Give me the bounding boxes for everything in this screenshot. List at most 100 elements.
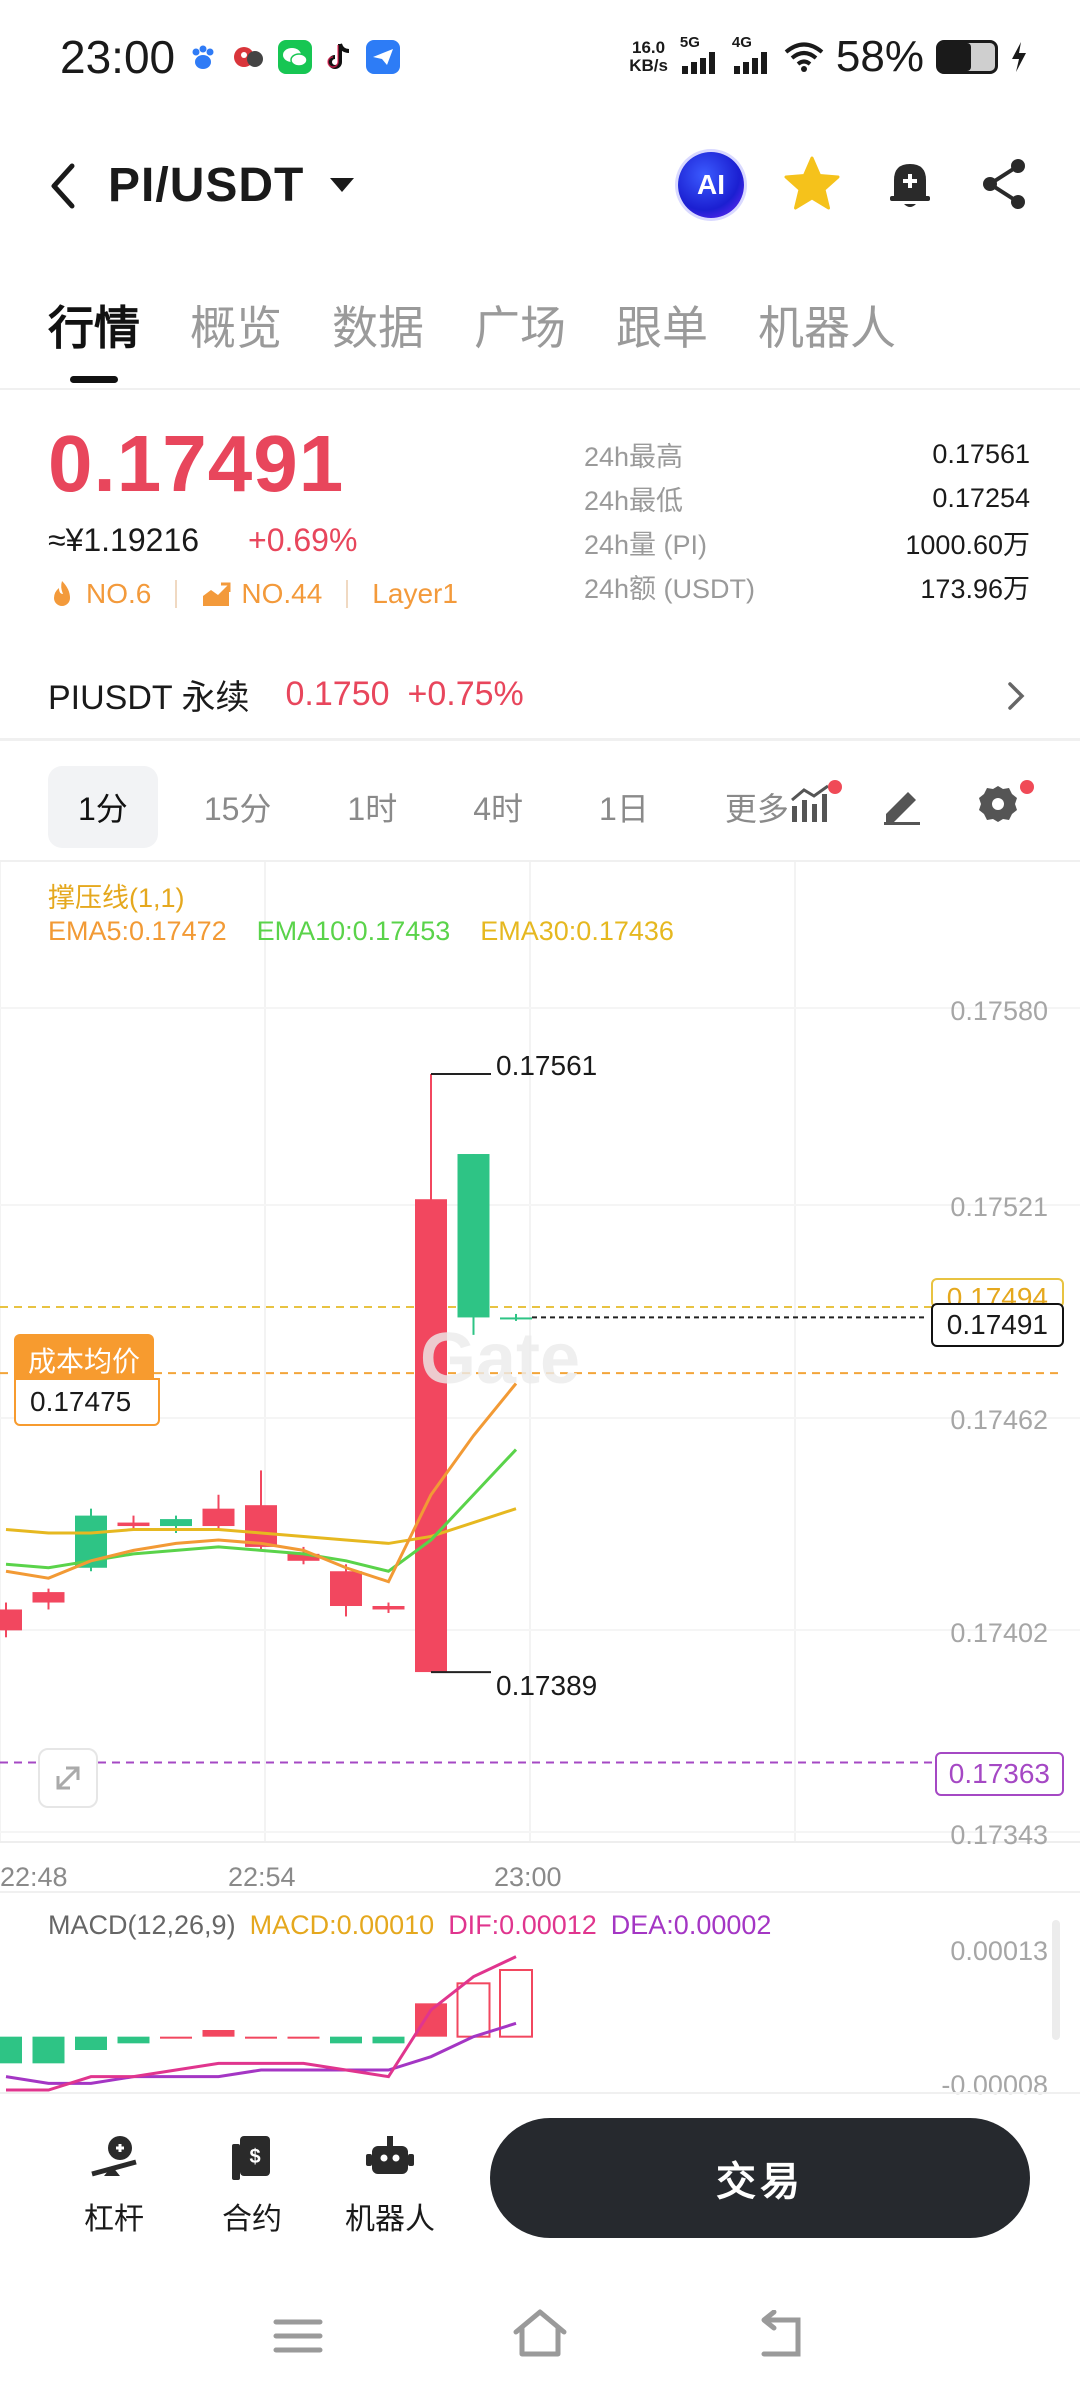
price-change: +0.69% — [248, 522, 358, 558]
tab-data[interactable]: 数据 — [332, 292, 424, 358]
perpetual-change: +0.75% — [407, 675, 524, 713]
ema-legend: EMA5:0.17472 EMA10:0.17453 EMA30:0.17436 — [48, 916, 674, 947]
y-tick: 0.17521 — [950, 1192, 1048, 1222]
tab-copy-trading[interactable]: 跟单 — [616, 292, 708, 358]
timeframe-1m[interactable]: 1分 — [48, 766, 158, 848]
draw-pencil-icon[interactable] — [880, 782, 926, 826]
timeframe-1h[interactable]: 1时 — [317, 766, 427, 848]
high-label: 0.17561 — [496, 1050, 598, 1081]
robot-icon — [366, 2136, 414, 2174]
pair-title[interactable]: PI/USDT — [108, 158, 304, 213]
macd-bar — [287, 2036, 320, 2039]
y-tick: 0.17580 — [950, 996, 1048, 1026]
timeframe-1d[interactable]: 1日 — [569, 766, 679, 848]
x-tick: 23:00 — [494, 1862, 562, 1892]
tab-bot[interactable]: 机器人 — [758, 292, 896, 358]
macd-bar — [330, 2036, 362, 2044]
candle-body — [32, 1592, 65, 1603]
candle-body — [415, 1199, 447, 1673]
battery-percent: 58% — [835, 32, 924, 81]
macd-bar — [0, 2036, 22, 2064]
macd-bar — [117, 2036, 150, 2044]
x-tick: 22:54 — [228, 1862, 296, 1892]
gear-icon — [979, 786, 1017, 822]
chart-settings-button[interactable] — [974, 774, 1034, 830]
macd-bar — [372, 2036, 405, 2044]
dea-value: DEA:0.00002 — [610, 1910, 772, 1940]
back-nav-icon[interactable] — [752, 2310, 808, 2362]
y-tick: 0.17462 — [950, 1405, 1048, 1435]
rank-gainers[interactable]: NO.44 — [241, 578, 322, 610]
x-tick: 22:48 — [0, 1862, 68, 1892]
category-tag[interactable]: Layer1 — [372, 578, 458, 610]
app-icon — [232, 40, 266, 74]
menu-icon[interactable] — [270, 2312, 326, 2360]
contract-icon: $ — [232, 2136, 270, 2180]
indicator-title: 撑压线(1,1) — [48, 883, 185, 913]
last-price: 0.17491 — [48, 419, 345, 508]
candle-body — [117, 1522, 150, 1527]
system-nav-bar — [0, 2282, 1080, 2400]
indicators-button[interactable] — [784, 774, 844, 830]
margin-button[interactable]: 杠杆 — [64, 2130, 164, 2238]
timeframe-4h[interactable]: 4时 — [443, 766, 553, 848]
stat-turnover: 24h额 (USDT) 173.96万 — [584, 573, 1030, 604]
chevron-right-icon[interactable] — [1004, 676, 1028, 716]
cost-value: 0.17475 — [14, 1378, 160, 1426]
rank-tags: NO.6 NO.44 Layer1 — [48, 578, 458, 610]
rank-hot[interactable]: NO.6 — [86, 578, 151, 610]
leverage-icon — [91, 2136, 137, 2177]
candle-body — [457, 1154, 490, 1318]
stat-low: 24h最低 0.17254 — [584, 482, 1030, 516]
tab-square[interactable]: 广场 — [474, 292, 566, 358]
macd-bar — [245, 2036, 277, 2039]
futures-label: 合约 — [222, 2203, 282, 2236]
wechat-icon — [278, 40, 312, 74]
baidu-icon — [186, 40, 220, 74]
battery-icon — [936, 40, 998, 74]
scrollbar[interactable] — [1052, 1920, 1060, 2040]
candle-body — [330, 1571, 362, 1607]
tab-overview[interactable]: 概览 — [190, 292, 282, 358]
chevron-down-icon[interactable] — [330, 178, 354, 192]
stat-high: 24h最高 0.17561 — [584, 438, 1030, 472]
margin-label: 杠杆 — [84, 2203, 144, 2236]
timeframe-15m[interactable]: 15分 — [174, 766, 302, 848]
expand-button[interactable] — [38, 1748, 98, 1808]
timeframe-bar: 1分 15分 1时 4时 1日 更多 — [48, 766, 835, 848]
bot-button[interactable]: 机器人 — [340, 2130, 440, 2238]
perpetual-link[interactable]: PIUSDT 永续 0.1750 +0.75% — [48, 670, 524, 719]
tab-market[interactable]: 行情 — [48, 292, 140, 358]
trade-button[interactable]: 交易 — [490, 2118, 1030, 2238]
wifi-icon — [784, 42, 824, 72]
stats-table: 24h最高 0.17561 24h最低 0.17254 24h量 (PI) 1000.… — [584, 432, 1030, 608]
svg-text:$: $ — [249, 2146, 260, 2168]
perpetual-price: 0.1750 — [285, 675, 390, 713]
dif-value: DIF:0.00012 — [448, 1910, 597, 1940]
divider — [0, 2092, 1080, 2094]
liquidation-price-tag[interactable]: 0.17363 — [934, 1752, 1064, 1796]
stat-volume: 24h量 (PI) 1000.60万 — [584, 529, 1030, 560]
tab-bar: 行情 概览 数据 广场 跟单 机器人 — [48, 292, 896, 358]
charging-icon — [1012, 42, 1026, 72]
macd-bar — [160, 2036, 192, 2039]
back-icon[interactable] — [44, 156, 84, 216]
messenger-icon — [366, 40, 400, 74]
home-icon[interactable] — [510, 2306, 570, 2362]
cny-price: ≈¥1.19216 — [48, 522, 200, 558]
low-label: 0.17389 — [496, 1670, 598, 1701]
watermark: Gate — [420, 1319, 581, 1399]
tab-indicator — [70, 376, 118, 383]
candle-body — [160, 1519, 192, 1527]
share-icon[interactable] — [972, 152, 1036, 216]
macd-legend: MACD(12,26,9) MACD:0.00010 DIF:0.00012 D… — [48, 1910, 771, 1941]
ai-button[interactable]: AI — [678, 152, 744, 218]
star-icon[interactable] — [780, 152, 844, 216]
futures-button[interactable]: $ 合约 — [202, 2130, 302, 2238]
price-chart[interactable] — [0, 862, 1080, 2092]
status-time: 23:00 — [60, 31, 176, 83]
last-price-tag[interactable]: 0.17491 — [930, 1303, 1064, 1347]
trend-icon — [203, 582, 231, 606]
macd-bar — [456, 1982, 491, 2038]
alert-bell-icon[interactable] — [878, 152, 942, 216]
